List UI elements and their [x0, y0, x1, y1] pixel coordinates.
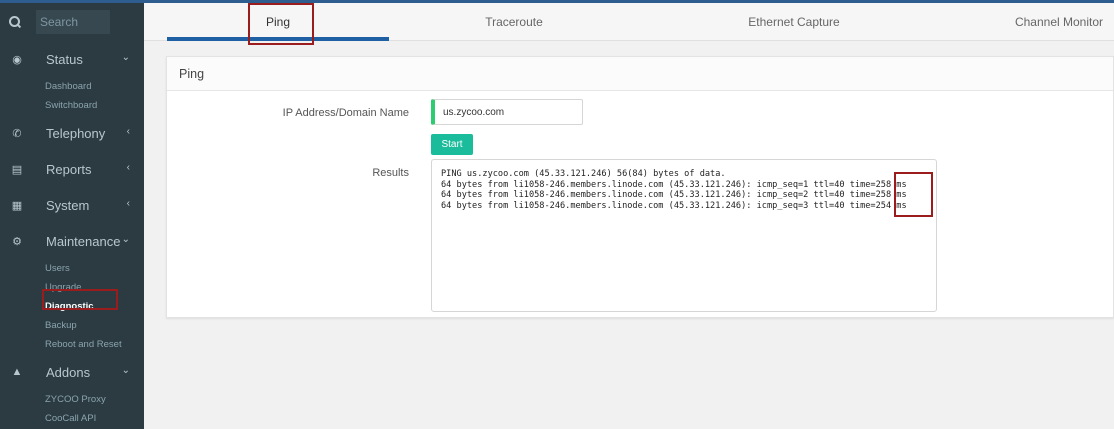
sitemap-icon: ▲	[11, 366, 23, 378]
ping-panel: Ping IP Address/Domain Name us.zycoo.com…	[166, 56, 1114, 318]
sidebar-item-label: Telephony	[46, 125, 106, 141]
ip-address-label: IP Address/Domain Name	[282, 107, 409, 119]
phone-icon: ✆	[12, 127, 22, 140]
sidebar-item-system[interactable]: ▦ System ‹	[0, 187, 144, 223]
chevron-down-icon: ⌄	[121, 52, 130, 63]
chevron-left-icon: ‹	[126, 198, 130, 209]
panel-title: Ping	[167, 57, 1113, 91]
sidebar-subitem-backup[interactable]: Backup	[0, 316, 144, 335]
time-values-highlight	[894, 172, 933, 217]
sidebar-item-label: Status	[46, 51, 83, 67]
sidebar-search	[0, 3, 144, 41]
search-input[interactable]	[36, 10, 110, 34]
sidebar-item-label: Reports	[46, 161, 92, 177]
sidebar-item-telephony[interactable]: ✆ Telephony ‹	[0, 115, 144, 151]
dashboard-icon: ◉	[12, 53, 22, 66]
results-output[interactable]: PING us.zycoo.com (45.33.121.246) 56(84)…	[431, 159, 937, 312]
results-line: 64 bytes from li1058-246.members.linode.…	[441, 179, 907, 190]
sidebar-item-maintenance[interactable]: ⚙ Maintenance ⌄	[0, 223, 144, 259]
status-submenu: Dashboard Switchboard	[0, 77, 144, 115]
ip-address-value: us.zycoo.com	[443, 106, 505, 118]
chevron-left-icon: ‹	[126, 126, 130, 137]
chevron-down-icon: ⌄	[121, 234, 130, 245]
sidebar: ◉ Status ⌄ Dashboard Switchboard ✆ Telep…	[0, 3, 144, 429]
sidebar-subitem-coocall-api[interactable]: CooCall API	[0, 409, 144, 428]
results-line: 64 bytes from li1058-246.members.linode.…	[441, 200, 907, 211]
sidebar-item-addons[interactable]: ▲ Addons ⌄	[0, 354, 144, 390]
start-button[interactable]: Start	[431, 134, 473, 155]
sidebar-item-reports[interactable]: ▤ Reports ‹	[0, 151, 144, 187]
tab-channel-monitor[interactable]: Channel Monitor	[1004, 3, 1114, 41]
tab-traceroute[interactable]: Traceroute	[414, 3, 614, 41]
addons-submenu: ZYCOO Proxy CooCall API	[0, 390, 144, 428]
search-icon[interactable]	[8, 15, 22, 29]
sidebar-subitem-zycoo-proxy[interactable]: ZYCOO Proxy	[0, 390, 144, 409]
diagnostic-highlight	[42, 289, 118, 310]
sidebar-subitem-reboot-reset[interactable]: Reboot and Reset	[0, 335, 144, 354]
chevron-down-icon: ⌄	[121, 365, 130, 376]
sidebar-item-status[interactable]: ◉ Status ⌄	[0, 41, 144, 77]
ping-tab-highlight	[248, 3, 314, 45]
bar-chart-icon: ▤	[11, 163, 23, 176]
ip-address-input[interactable]: us.zycoo.com	[431, 99, 583, 125]
results-line: PING us.zycoo.com (45.33.121.246) 56(84)…	[441, 169, 726, 179]
results-line: 64 bytes from li1058-246.members.linode.…	[441, 190, 907, 200]
sidebar-subitem-switchboard[interactable]: Switchboard	[0, 96, 144, 115]
gear-icon: ⚙	[12, 235, 22, 248]
results-label: Results	[372, 167, 409, 179]
sidebar-item-label: Maintenance	[46, 233, 121, 249]
sidebar-subitem-users[interactable]: Users	[0, 259, 144, 278]
server-icon: ▦	[11, 199, 23, 212]
tab-ethernet-capture[interactable]: Ethernet Capture	[674, 3, 914, 41]
sidebar-subitem-dashboard[interactable]: Dashboard	[0, 77, 144, 96]
sidebar-item-label: System	[46, 197, 90, 213]
sidebar-item-label: Addons	[46, 364, 91, 380]
chevron-left-icon: ‹	[126, 162, 130, 173]
